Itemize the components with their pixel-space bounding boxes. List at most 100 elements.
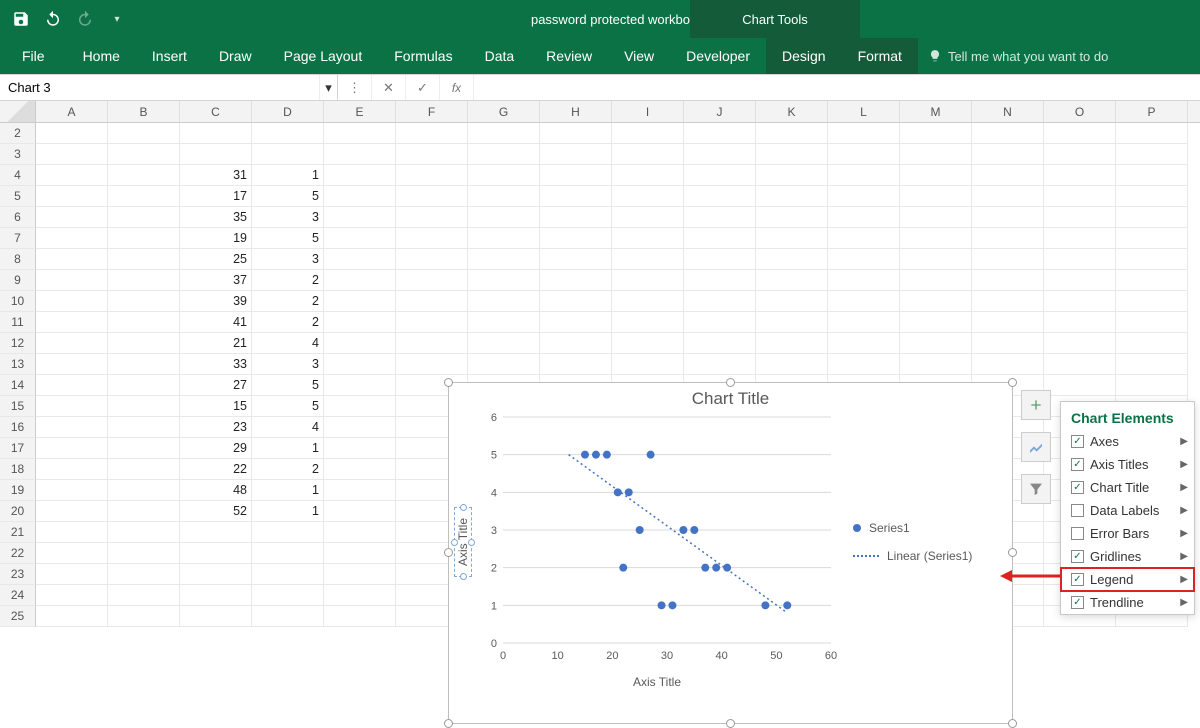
cell[interactable] [828,249,900,270]
tab-home[interactable]: Home [67,38,136,74]
cell[interactable] [396,165,468,186]
cell[interactable] [1044,291,1116,312]
cell[interactable] [828,228,900,249]
cell[interactable] [1116,312,1188,333]
cell[interactable] [108,417,180,438]
cell[interactable] [324,186,396,207]
cell[interactable] [900,354,972,375]
cell[interactable] [972,291,1044,312]
cell[interactable] [900,312,972,333]
cell[interactable] [612,354,684,375]
cell[interactable]: 27 [180,375,252,396]
cell[interactable]: 4 [252,333,324,354]
tab-view[interactable]: View [608,38,670,74]
cell[interactable] [396,123,468,144]
cell[interactable]: 4 [252,417,324,438]
cell[interactable]: 52 [180,501,252,522]
cell[interactable] [684,333,756,354]
cell[interactable] [36,396,108,417]
cell[interactable] [684,228,756,249]
cell[interactable] [756,207,828,228]
cell[interactable] [36,375,108,396]
legend-item-trendline[interactable]: Linear (Series1) [853,549,987,563]
chevron-right-icon[interactable]: ▶ [1180,597,1188,608]
chevron-right-icon[interactable]: ▶ [1180,551,1188,562]
cell[interactable] [828,207,900,228]
row-header[interactable]: 11 [0,312,36,333]
cell[interactable] [612,186,684,207]
chevron-right-icon[interactable]: ▶ [1180,574,1188,585]
name-box[interactable]: ▾ [0,75,338,100]
cell[interactable] [324,501,396,522]
cell[interactable] [252,144,324,165]
checkbox-icon[interactable] [1071,527,1084,540]
cell[interactable] [108,144,180,165]
cancel-entry-icon[interactable]: ✕ [372,75,406,100]
checkbox-icon[interactable]: ✓ [1071,596,1084,609]
column-header[interactable]: A [36,101,108,122]
x-axis-title[interactable]: Axis Title [477,673,837,689]
cell[interactable] [972,312,1044,333]
cell[interactable]: 25 [180,249,252,270]
cell[interactable] [468,354,540,375]
cell[interactable] [468,291,540,312]
cell[interactable] [828,186,900,207]
cell[interactable]: 1 [252,501,324,522]
cell[interactable] [396,270,468,291]
cell[interactable] [36,123,108,144]
cell[interactable] [684,165,756,186]
row-header[interactable]: 6 [0,207,36,228]
cell[interactable] [324,585,396,606]
cell[interactable] [468,228,540,249]
row-header[interactable]: 23 [0,564,36,585]
cell[interactable] [108,396,180,417]
column-header[interactable]: N [972,101,1044,122]
plot-area[interactable]: 01234560102030405060 [477,411,837,673]
cell[interactable] [828,144,900,165]
cell[interactable] [396,228,468,249]
resize-handle-mr[interactable] [1008,548,1017,557]
cell[interactable] [180,606,252,627]
cell[interactable] [36,228,108,249]
cell[interactable] [468,165,540,186]
cell[interactable] [972,228,1044,249]
chevron-right-icon[interactable]: ▶ [1180,459,1188,470]
cell[interactable] [36,480,108,501]
chevron-right-icon[interactable]: ▶ [1180,436,1188,447]
cell[interactable] [1044,123,1116,144]
cell[interactable] [252,564,324,585]
cell[interactable] [1116,291,1188,312]
cell[interactable]: 19 [180,228,252,249]
cell[interactable] [1116,144,1188,165]
row-header[interactable]: 19 [0,480,36,501]
cell[interactable] [540,165,612,186]
cell[interactable] [108,438,180,459]
cell[interactable]: 37 [180,270,252,291]
cell[interactable] [612,165,684,186]
checkbox-icon[interactable]: ✓ [1071,573,1084,586]
cell[interactable] [900,270,972,291]
cell[interactable] [612,333,684,354]
cell[interactable] [756,165,828,186]
cell[interactable]: 31 [180,165,252,186]
cell[interactable] [756,186,828,207]
column-header[interactable]: L [828,101,900,122]
cell[interactable]: 5 [252,228,324,249]
cell[interactable] [396,333,468,354]
cell[interactable] [684,207,756,228]
cell[interactable] [684,123,756,144]
cell[interactable]: 3 [252,207,324,228]
cell[interactable] [900,123,972,144]
cell[interactable] [468,333,540,354]
cell[interactable] [324,396,396,417]
checkbox-icon[interactable]: ✓ [1071,481,1084,494]
cell[interactable] [756,228,828,249]
cell[interactable] [1044,354,1116,375]
cell[interactable] [324,165,396,186]
cell[interactable] [900,228,972,249]
cell[interactable] [756,291,828,312]
cell[interactable] [252,585,324,606]
cell[interactable]: 33 [180,354,252,375]
cell[interactable]: 21 [180,333,252,354]
cell[interactable] [468,123,540,144]
